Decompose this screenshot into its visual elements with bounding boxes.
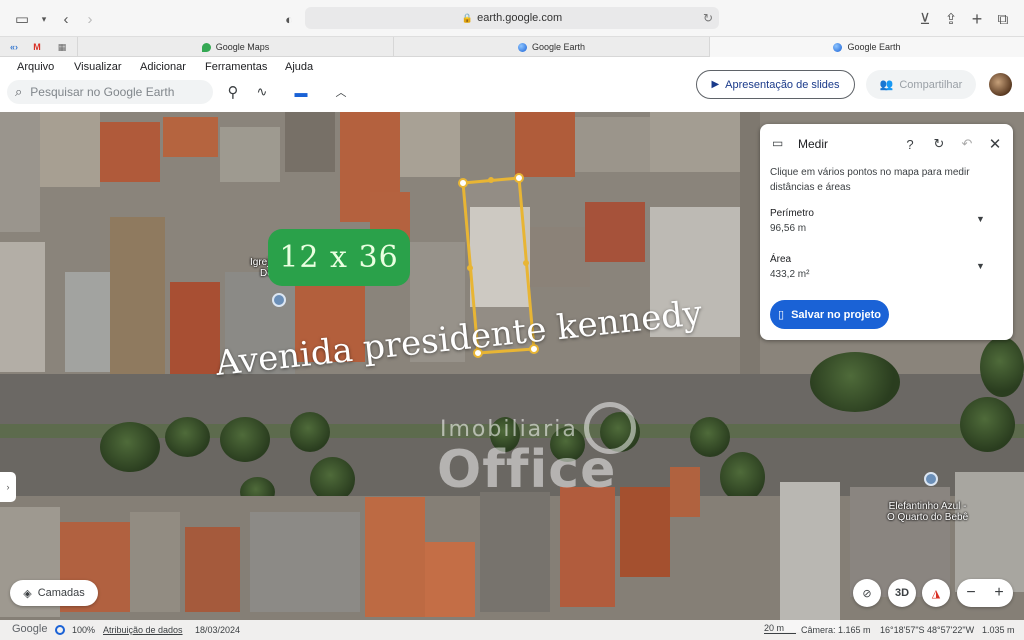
pinned-photo-icon[interactable]: ▦ <box>54 40 70 54</box>
measure-title: Medir <box>798 137 829 151</box>
perimeter-unit-dropdown-icon[interactable]: ▼ <box>976 214 985 224</box>
address-bar[interactable]: 🔒 earth.google.com ↻ <box>305 7 719 29</box>
menu-visualizar[interactable]: Visualizar <box>74 61 122 73</box>
new-tab-icon[interactable]: + <box>967 9 987 29</box>
slideshow-icon: ▶ <box>711 79 720 90</box>
tab-title: Google Earth <box>531 42 586 52</box>
menu-ajuda[interactable]: Ajuda <box>285 61 313 73</box>
perimeter-value: 96,56 m <box>770 223 807 234</box>
zoom-level: 100% <box>72 625 96 635</box>
undo-icon[interactable]: ↶ <box>959 136 975 152</box>
add-person-icon: 👥 <box>879 79 894 91</box>
place-pin-icon[interactable]: ⚲ <box>223 83 243 101</box>
tab-google-earth[interactable]: Google Earth <box>393 37 709 57</box>
ruler-icon: ▭ <box>772 136 784 150</box>
slideshow-button[interactable]: ▶ Apresentação de slides <box>696 70 855 99</box>
privacy-shield-icon[interactable]: ◐ <box>279 9 299 29</box>
maps-pin-icon <box>201 42 211 52</box>
camera-altitude: Câmera: 1.165 m <box>801 625 871 635</box>
share-button[interactable]: 👥 Compartilhar <box>866 70 976 99</box>
chevron-down-icon[interactable]: ▾ <box>34 9 54 29</box>
close-icon[interactable]: ✕ <box>987 136 1003 153</box>
earth-globe-icon <box>517 42 527 52</box>
menu-adicionar[interactable]: Adicionar <box>140 61 186 73</box>
church-place-icon[interactable] <box>272 293 286 307</box>
share-icon[interactable]: ⇪ <box>941 9 961 29</box>
area-value: 433,2 m² <box>770 269 810 280</box>
google-logo: Google <box>12 623 48 635</box>
place-label-store[interactable]: Elefantinho Azul - O Quarto do Bebê <box>887 501 968 523</box>
share-label: Compartilhar <box>899 78 963 91</box>
refresh-icon[interactable]: ↻ <box>931 136 947 152</box>
perimeter-label: Perímetro <box>770 208 814 219</box>
ground-altitude: 1.035 m <box>982 625 1015 635</box>
place-label-line: Elefantinho Azul - <box>888 501 967 512</box>
download-icon[interactable]: ⊻ <box>915 9 935 29</box>
save-label: Salvar no projeto <box>791 308 881 321</box>
sidebar-toggle-icon[interactable]: ▭ <box>12 9 32 29</box>
imagery-date: 18/03/2024 <box>195 625 241 635</box>
search-icon: ⌕ <box>15 84 23 99</box>
measure-panel: ▭ Medir ? ↻ ↶ ✕ Clique em vários pontos … <box>760 124 1013 340</box>
ruler-icon[interactable]: ▬ <box>291 83 311 101</box>
area-label: Área <box>770 254 792 265</box>
chevron-up-icon[interactable]: ︿ <box>331 83 351 101</box>
save-to-project-button[interactable]: ▯ Salvar no projeto <box>770 300 889 329</box>
url-text: earth.google.com <box>477 12 563 24</box>
menu-arquivo[interactable]: Arquivo <box>17 61 54 73</box>
zoom-control: − + <box>957 579 1013 607</box>
three-d-toggle-button[interactable]: 3D <box>888 579 916 607</box>
tab-google-maps[interactable]: Google Maps <box>77 37 393 57</box>
measure-description: Clique em vários pontos no mapa para med… <box>770 167 970 193</box>
zoom-in-button[interactable]: + <box>994 584 1003 602</box>
tab-overview-icon[interactable]: ⧉ <box>993 9 1013 29</box>
help-icon[interactable]: ? <box>902 136 918 152</box>
status-bar: Google 100% Atribuição de dados 18/03/20… <box>0 620 1024 640</box>
watermark-subtitle: Imobiliaria <box>440 417 578 442</box>
measure-midpoint[interactable] <box>488 177 494 183</box>
zoom-level-icon <box>55 625 65 635</box>
compass-icon[interactable]: ◮ <box>922 579 950 607</box>
tab-google-earth-active[interactable]: Google Earth <box>709 37 1024 57</box>
watermark-logo-icon <box>584 402 636 454</box>
avatar[interactable] <box>989 73 1012 96</box>
tab-bar: «› M ▦ Google Maps Google Earth Google E… <box>0 37 1024 57</box>
place-label-line: O Quarto do Bebê <box>887 512 969 523</box>
area-unit-dropdown-icon[interactable]: ▼ <box>976 261 985 271</box>
store-place-icon[interactable] <box>924 472 938 486</box>
tab-title: Google Maps <box>215 42 270 52</box>
coordinates: 16°18'57"S 48°57'22"W <box>880 625 975 635</box>
scale-bar: 20 m <box>764 623 796 634</box>
measure-midpoint[interactable] <box>467 265 473 271</box>
slideshow-label: Apresentação de slides <box>725 78 840 91</box>
layers-label: Camadas <box>37 587 85 599</box>
bookmark-icon: ▯ <box>778 309 785 321</box>
back-arrow-icon[interactable]: ‹ <box>56 9 76 29</box>
lock-icon: 🔒 <box>461 12 474 23</box>
search-box[interactable]: ⌕ <box>7 80 213 104</box>
tab-title: Google Earth <box>847 42 901 52</box>
zoom-out-button[interactable]: − <box>966 584 975 602</box>
lot-size-badge: 12 x 36 <box>268 229 410 286</box>
data-attribution-link[interactable]: Atribuição de dados <box>103 625 183 635</box>
expand-sidebar-icon[interactable]: › <box>0 472 16 502</box>
pinned-site-icon[interactable]: «› <box>6 40 22 54</box>
menu-ferramentas[interactable]: Ferramentas <box>205 61 267 73</box>
measure-midpoint[interactable] <box>523 260 529 266</box>
draw-path-icon[interactable]: ∿ <box>252 83 272 101</box>
layers-icon: ◈ <box>23 587 32 600</box>
forward-arrow-icon[interactable]: › <box>80 9 100 29</box>
gmail-icon[interactable]: M <box>29 40 45 54</box>
browser-toolbar: ▭ ▾ ‹ › ◐ 🔒 earth.google.com ↻ ⊻ ⇪ + ⧉ <box>0 0 1024 37</box>
reload-icon[interactable]: ↻ <box>703 11 713 25</box>
watermark-title: Office <box>437 440 617 500</box>
measure-vertex[interactable] <box>458 178 468 188</box>
layers-button[interactable]: ◈ Camadas <box>10 580 98 606</box>
measure-vertex[interactable] <box>514 173 524 183</box>
search-input[interactable] <box>30 85 191 99</box>
earth-globe-icon <box>833 42 843 52</box>
hide-location-icon[interactable]: ⊘ <box>853 579 881 607</box>
